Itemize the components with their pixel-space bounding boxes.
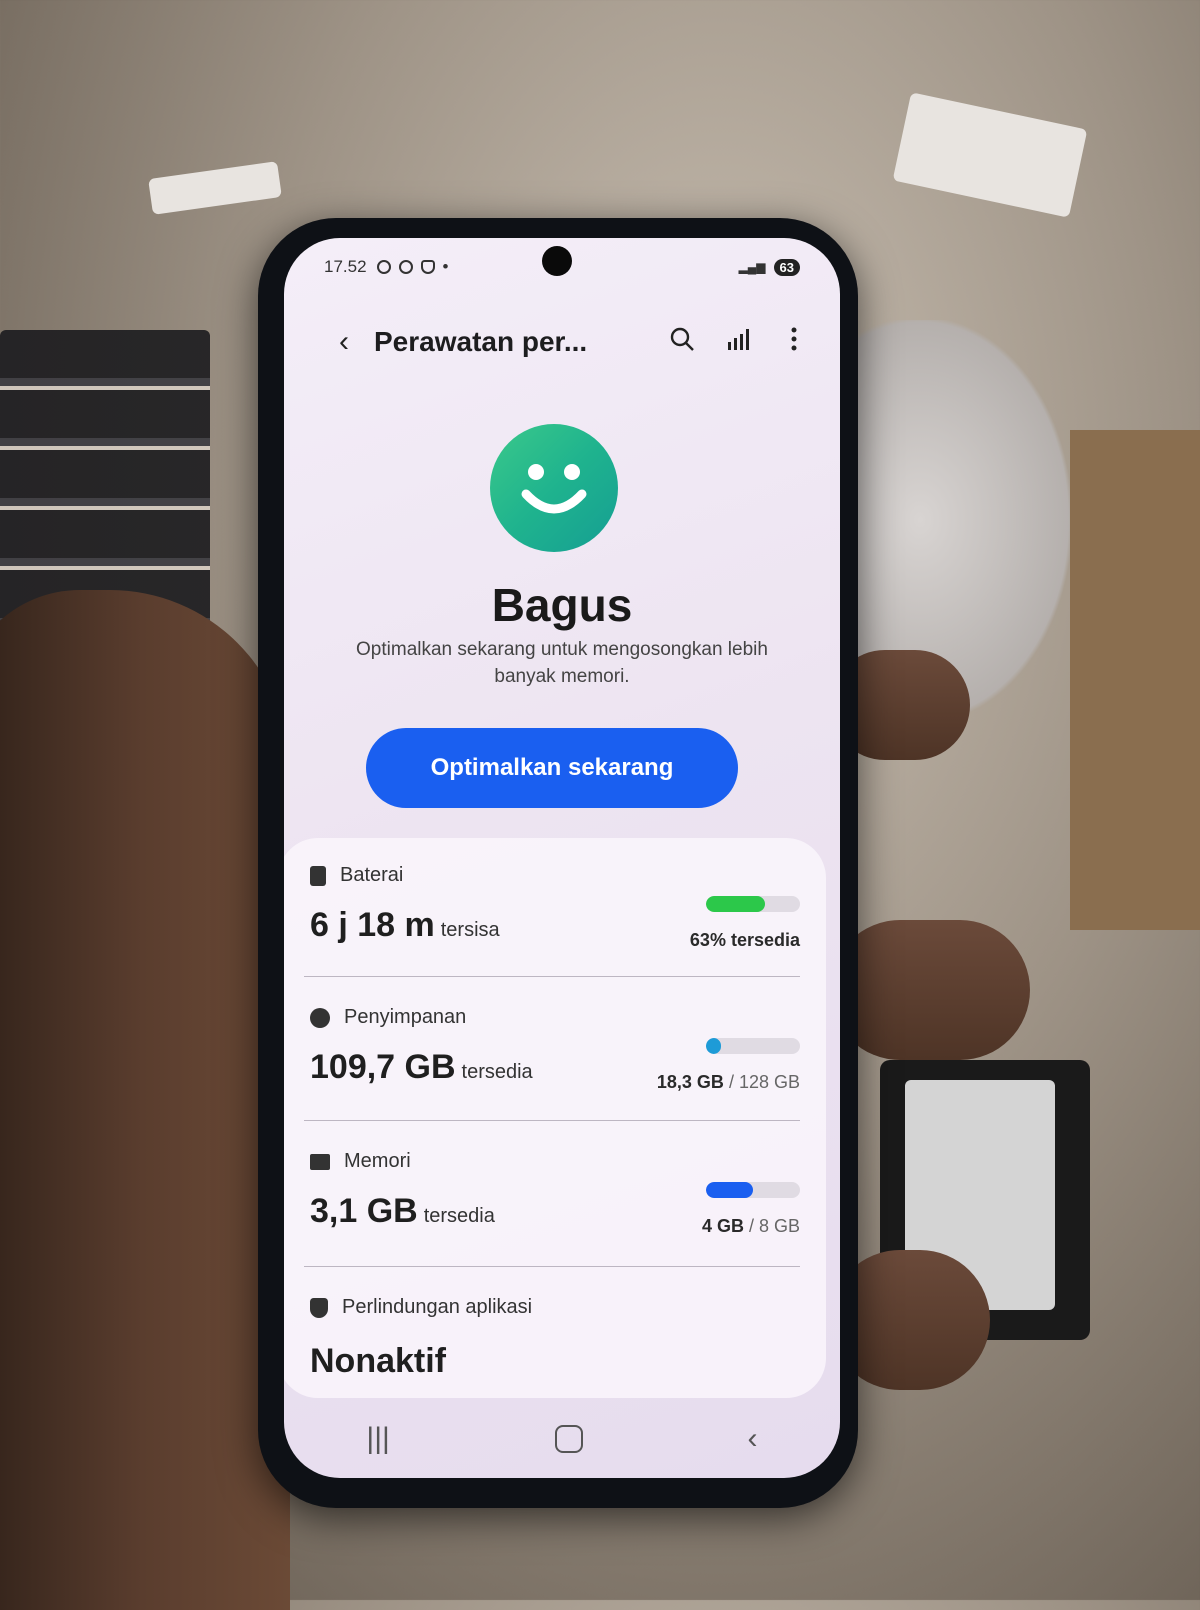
storage-icon: [310, 1007, 330, 1028]
memory-available: 3,1 GB: [310, 1192, 418, 1230]
back-icon[interactable]: ‹: [314, 325, 374, 359]
status-bar: 17.52 • ▂▄▆ 63: [324, 252, 800, 282]
search-icon[interactable]: [654, 326, 710, 359]
app-protection-status: Nonaktif: [310, 1342, 446, 1380]
phone-screen: 17.52 • ▂▄▆ 63 ‹ Perawatan per... Bagus …: [284, 238, 840, 1478]
status-description: Optimalkan sekarang untuk mengosongkan l…: [356, 639, 768, 687]
storage-available: 109,7 GB: [310, 1048, 456, 1086]
battery-icon: [310, 865, 326, 886]
shield-icon: [310, 1297, 328, 1318]
hand: [0, 590, 290, 1610]
device-status: Bagus: [491, 579, 633, 631]
battery-available: 63% tersedia: [689, 930, 800, 950]
app-protection-section[interactable]: Perlindungan aplikasi Nonaktif: [300, 1296, 800, 1396]
notification-icon: [376, 260, 391, 274]
storage-bar: [706, 1038, 800, 1054]
nav-back-icon[interactable]: ‹: [748, 1422, 758, 1456]
storage-usage: 18,3 GB / 128 GB: [657, 1072, 800, 1093]
memory-suffix: tersedia: [423, 1205, 495, 1227]
memory-label: Memori: [344, 1150, 411, 1172]
memory-usage: 4 GB / 8 GB: [702, 1216, 800, 1237]
memory-icon: [310, 1153, 330, 1170]
battery-bar: [706, 896, 800, 912]
storage-bar-fill: [706, 1038, 722, 1054]
memory-bar: [706, 1182, 800, 1198]
memory-section[interactable]: Memori 3,1 GB tersedia 4 GB / 8 GB: [300, 1150, 800, 1260]
background-box: [1070, 430, 1200, 930]
memory-bar-fill: [706, 1182, 753, 1198]
storage-suffix: tersedia: [461, 1061, 533, 1083]
battery-section[interactable]: Baterai 6 j 18 m tersisa 63% tersedia: [300, 864, 800, 974]
battery-indicator: 63: [773, 258, 800, 276]
app-bar: ‹ Perawatan per...: [284, 320, 840, 364]
smiley-icon: [490, 424, 618, 552]
divider: [304, 1266, 800, 1267]
more-vert-icon[interactable]: [766, 326, 822, 359]
status-time: 17.52: [324, 257, 367, 276]
settings-notification-icon: [398, 260, 413, 274]
home-icon[interactable]: [554, 1425, 583, 1453]
device-care-card: Baterai 6 j 18 m tersisa 63% tersedia Pen…: [284, 838, 826, 1398]
divider: [304, 976, 800, 977]
background-object: [148, 161, 282, 215]
app-protection-label: Perlindungan aplikasi: [342, 1296, 533, 1318]
storage-used: 18,3 GB: [656, 1072, 724, 1092]
finger: [830, 920, 1030, 1060]
recent-apps-icon[interactable]: |||: [366, 1422, 389, 1456]
storage-section[interactable]: Penyimpanan 109,7 GB tersedia 18,3 GB / 1…: [300, 1006, 800, 1116]
stats-icon[interactable]: [710, 326, 766, 359]
memory-total: / 8 GB: [748, 1216, 800, 1236]
optimize-now-button[interactable]: Optimalkan sekarang: [366, 728, 738, 808]
divider: [304, 1120, 800, 1121]
background-object: [892, 92, 1088, 218]
battery-suffix: tersisa: [440, 919, 500, 941]
navigation-bar: ||| ‹: [284, 1400, 840, 1478]
more-notifications-icon: •: [442, 257, 449, 276]
signal-icon: ▂▄▆: [738, 260, 766, 274]
storage-total: / 128 GB: [728, 1072, 800, 1092]
page-title: Perawatan per...: [374, 326, 588, 357]
memory-used: 4 GB: [701, 1216, 744, 1236]
battery-label: Baterai: [340, 864, 404, 886]
shield-notification-icon: [420, 260, 435, 274]
storage-label: Penyimpanan: [344, 1006, 467, 1028]
battery-bar-fill: [706, 896, 766, 912]
battery-remaining: 6 j 18 m: [310, 906, 435, 944]
